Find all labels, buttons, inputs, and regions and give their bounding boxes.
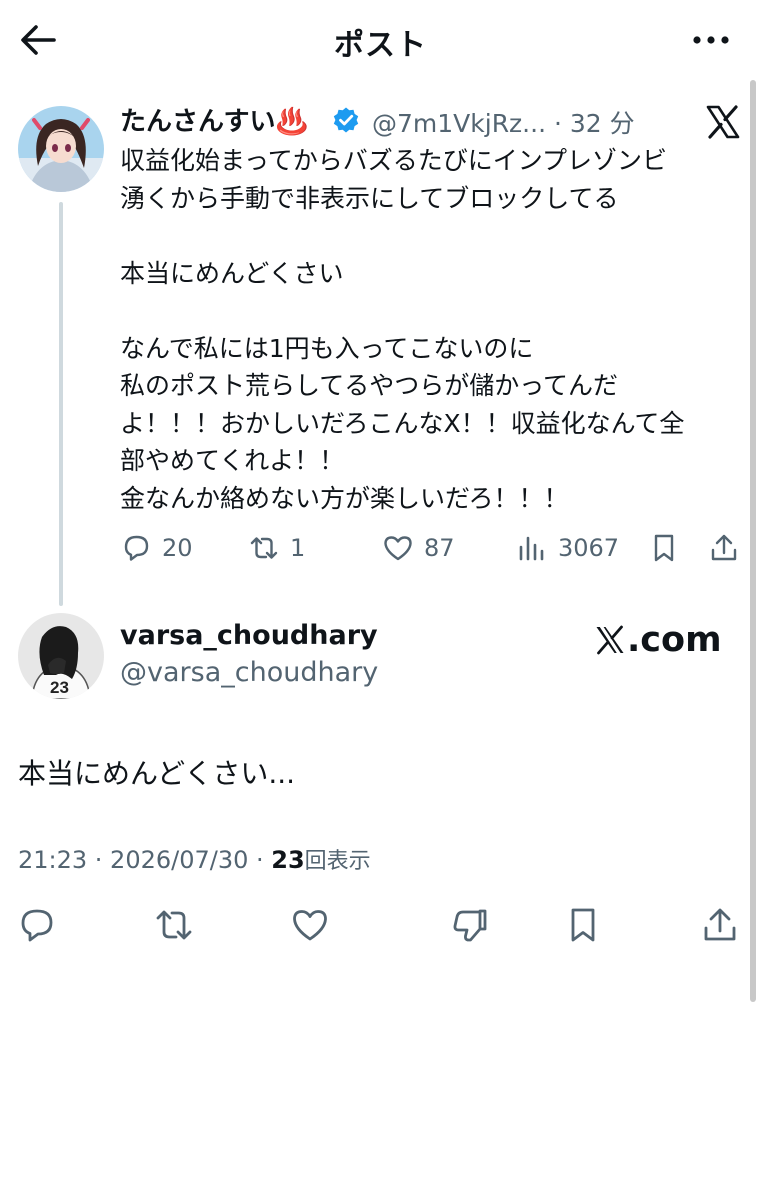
handle[interactable]: @varsa_choudhary [120, 657, 378, 688]
reply-icon [21, 909, 53, 942]
reply-button[interactable] [17, 905, 57, 945]
watermark-text: .com [627, 620, 722, 660]
reply-count: 20 [162, 534, 193, 562]
like-button[interactable]: 87 [382, 528, 455, 568]
x-logo-icon [596, 625, 624, 655]
x-logo-icon [706, 105, 740, 139]
display-name[interactable]: たんさんすい♨️ [120, 101, 308, 138]
reply-button[interactable]: 20 [120, 528, 193, 568]
svg-text:23: 23 [50, 678, 69, 697]
share-button[interactable] [708, 528, 750, 568]
thread-line [59, 202, 63, 606]
share-icon [711, 534, 737, 561]
post-text: 本当にめんどくさい... [18, 757, 296, 790]
share-icon [704, 908, 736, 941]
repost-icon [156, 910, 192, 940]
more-horizontal-icon [693, 36, 729, 44]
verified-badge-icon [333, 107, 359, 133]
view-count: 23 [271, 846, 305, 874]
handle-and-time[interactable]: @7m1VkjRz... · 32 分 [372, 104, 635, 140]
reply-icon [124, 535, 149, 561]
like-count: 87 [424, 534, 455, 562]
bookmark-button[interactable] [563, 905, 603, 945]
avatar-image [18, 106, 104, 192]
post-meta: 21:23 · 2026/07/30 · 23回表示 [18, 843, 371, 875]
bookmark-icon [571, 908, 595, 942]
scrollbar[interactable] [750, 80, 756, 1002]
timestamp: 21:23 · 2026/07/30 · [18, 846, 272, 874]
repost-icon [250, 537, 278, 559]
page-title: ポスト [334, 28, 427, 63]
analytics-icon [519, 536, 544, 561]
heart-icon [384, 536, 412, 561]
views-button[interactable]: 3067 [516, 528, 619, 568]
x-com-watermark: .com [594, 620, 722, 660]
bookmark-button[interactable] [648, 528, 690, 568]
repost-button[interactable] [154, 905, 194, 945]
heart-icon [293, 910, 327, 941]
share-button[interactable] [700, 905, 740, 945]
view-label: 回表示 [304, 849, 371, 874]
avatar[interactable]: 23 [18, 613, 104, 699]
dislike-button[interactable] [450, 905, 490, 945]
like-button[interactable] [290, 905, 330, 945]
repost-button[interactable]: 1 [248, 528, 305, 568]
thumbs-down-icon [453, 909, 487, 942]
view-count: 3067 [558, 534, 620, 562]
avatar-image: 23 [18, 613, 104, 699]
more-button[interactable] [691, 26, 731, 54]
repost-count: 1 [290, 534, 306, 562]
avatar[interactable] [18, 106, 104, 192]
display-name[interactable]: varsa_choudhary [120, 620, 378, 651]
post-text: 収益化始まってからバズるたびにインプレゾンビ 湧くから手動で非表示にしてブロック… [120, 146, 685, 513]
bookmark-icon [654, 534, 674, 562]
